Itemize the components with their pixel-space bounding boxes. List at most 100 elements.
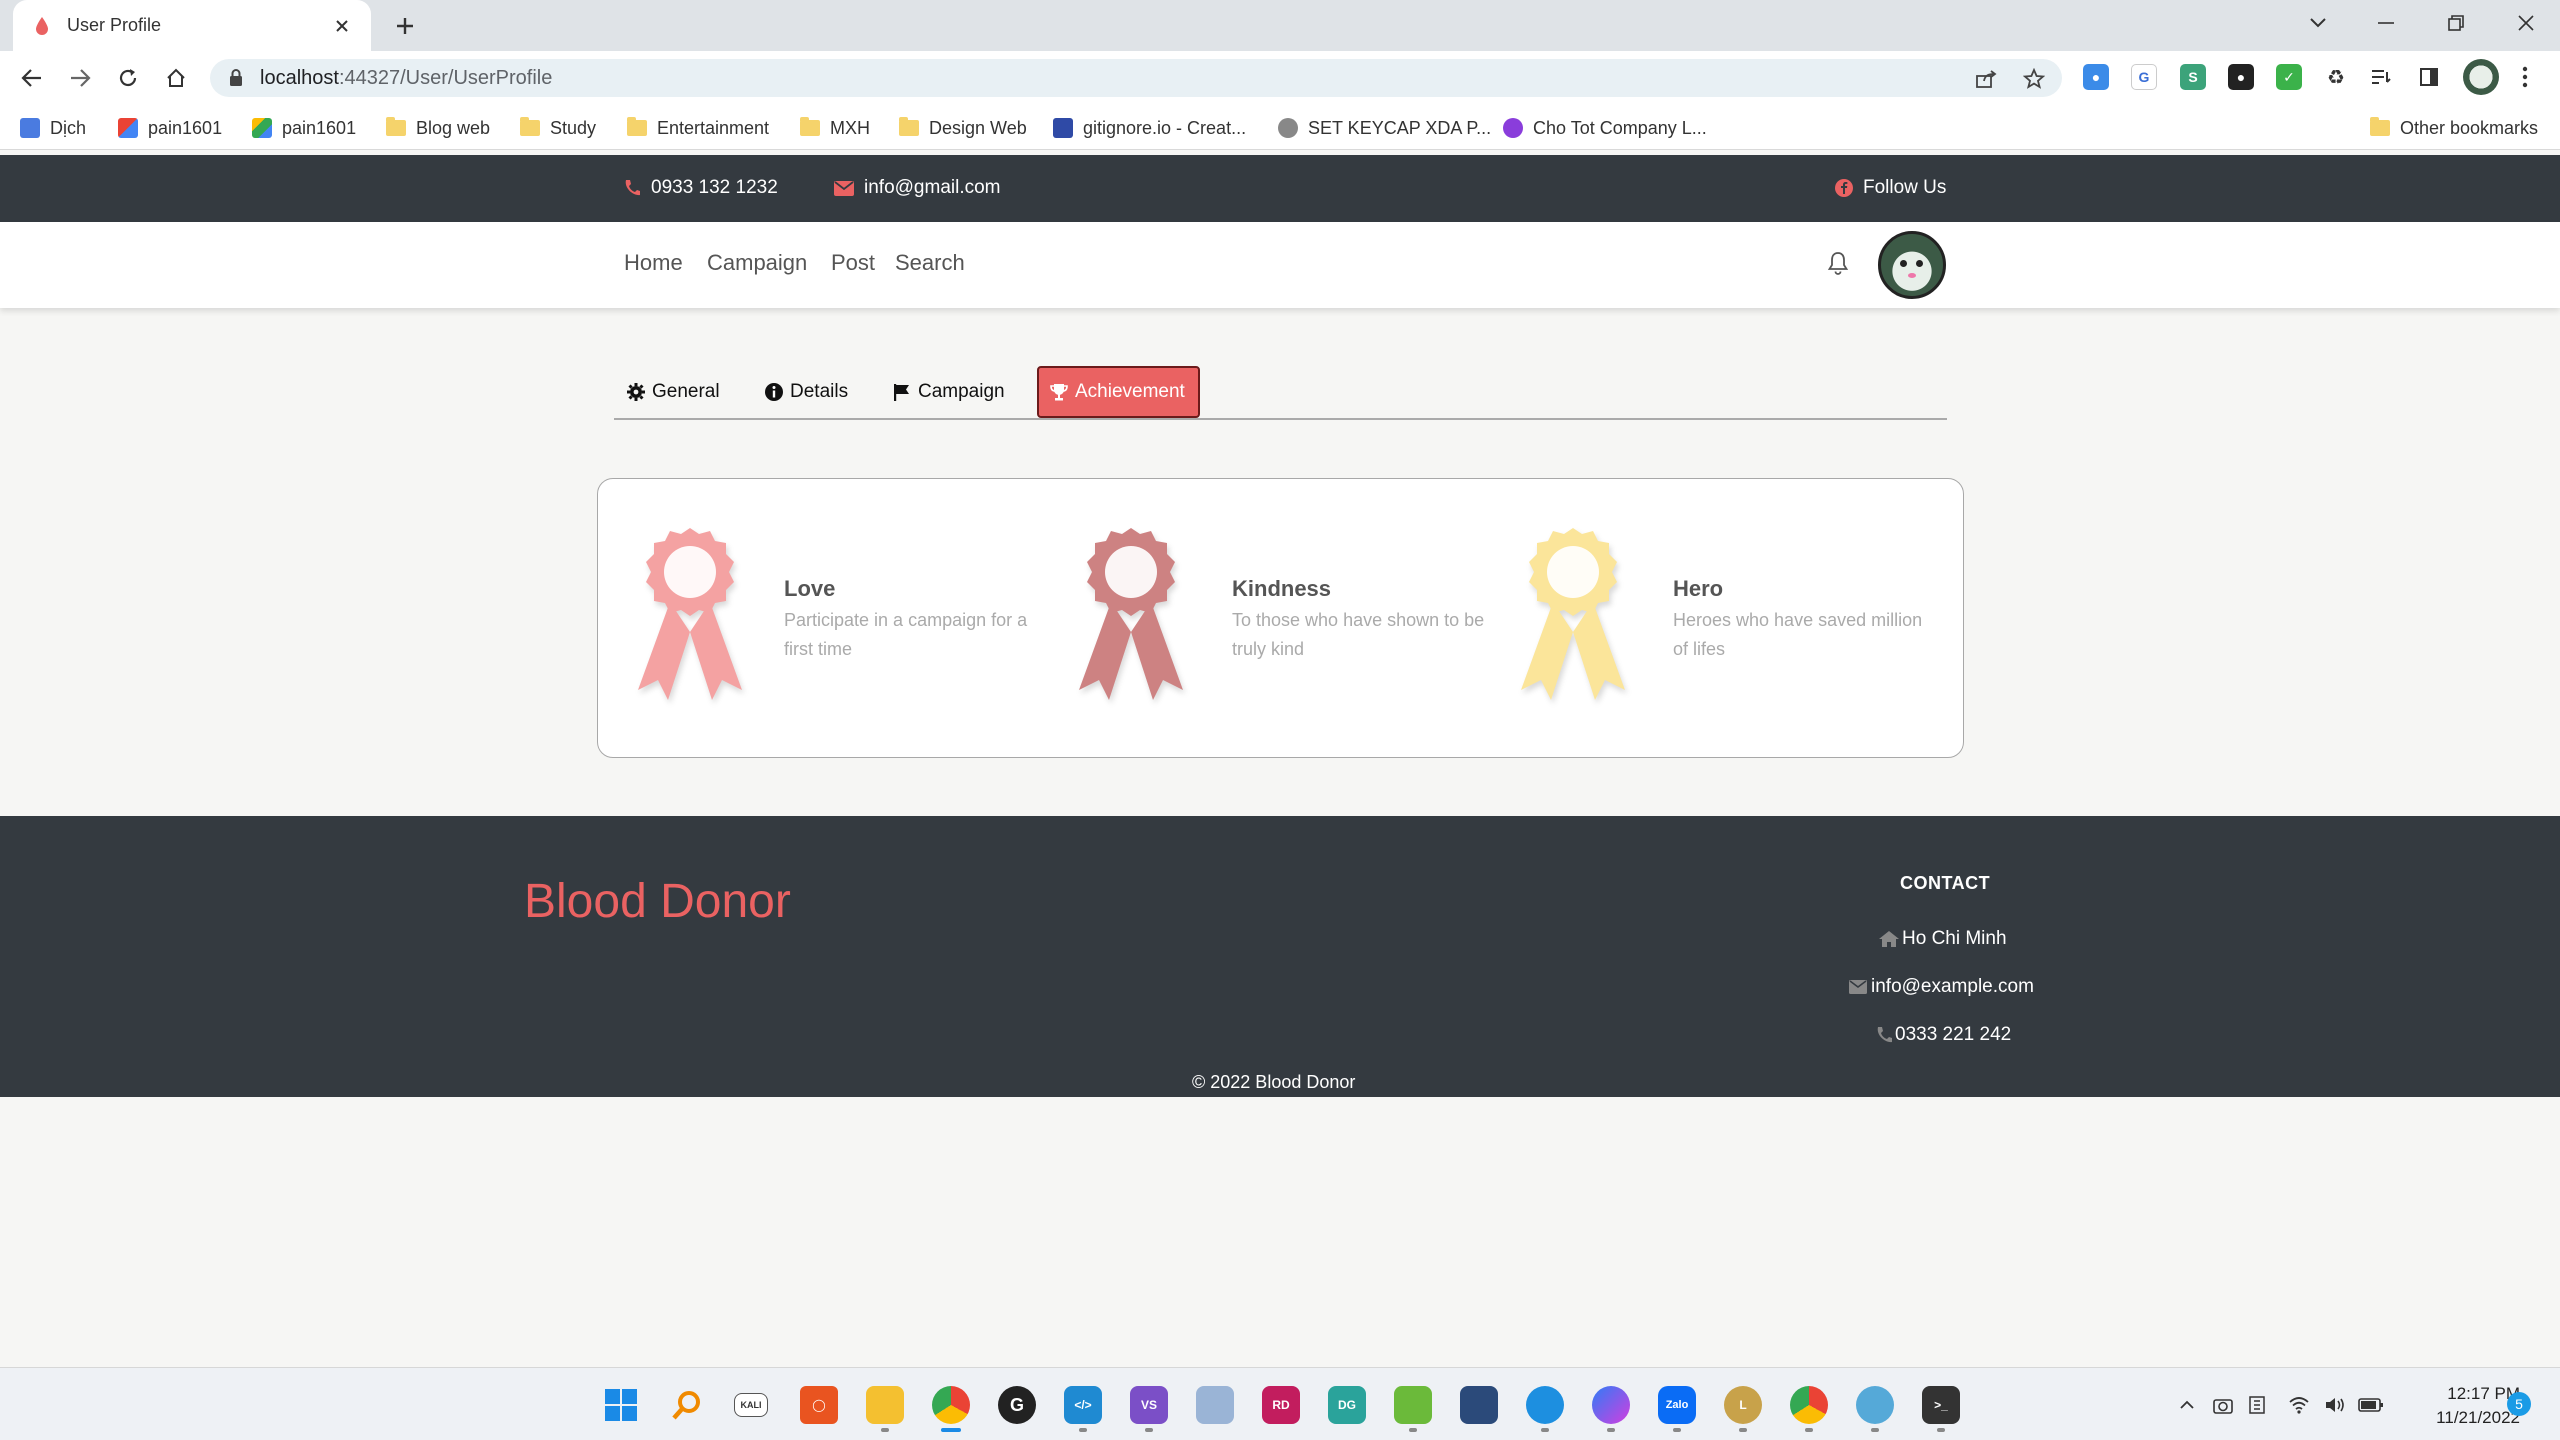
contact-phone[interactable]: 0333 221 242	[1875, 1024, 2011, 1046]
tab-search-icon[interactable]	[2288, 6, 2348, 40]
ribbon-badge-icon	[630, 522, 750, 712]
running-indicator	[1673, 1428, 1681, 1432]
shield-extension-icon[interactable]: ✓	[2276, 64, 2302, 90]
g-app-icon[interactable]: G	[998, 1386, 1036, 1424]
file-explorer-icon[interactable]	[866, 1386, 904, 1424]
topbar-email[interactable]: info@gmail.com	[834, 177, 1001, 199]
bookmark-folder[interactable]: Study	[520, 115, 596, 141]
topbar-phone[interactable]: 0933 132 1232	[623, 177, 778, 199]
close-window-icon[interactable]	[2496, 6, 2556, 40]
nav-home[interactable]: Home	[624, 250, 683, 276]
notification-badge[interactable]: 5	[2507, 1392, 2531, 1416]
snipping-app-icon[interactable]	[1394, 1386, 1432, 1424]
s-extension-icon[interactable]: S	[2180, 64, 2206, 90]
ribbon-badge-icon	[1513, 522, 1633, 712]
reading-list-icon[interactable]	[2368, 64, 2394, 90]
bookmark-item[interactable]: Dịch	[20, 115, 86, 141]
reload-icon[interactable]	[112, 62, 144, 94]
share-icon[interactable]	[1974, 67, 1998, 91]
glasses-extension-icon[interactable]: ●	[2228, 64, 2254, 90]
nav-campaign[interactable]: Campaign	[707, 250, 807, 276]
messenger-icon[interactable]	[1592, 1386, 1630, 1424]
topbar-follow[interactable]: Follow Us	[1835, 177, 1946, 199]
close-tab-icon[interactable]	[329, 13, 355, 39]
menu-kebab-icon[interactable]	[2512, 64, 2538, 90]
side-panel-icon[interactable]	[2416, 64, 2442, 90]
bookmark-star-icon[interactable]	[2022, 67, 2046, 91]
tab-achievement[interactable]: Achievement	[1037, 366, 1200, 418]
rider-icon[interactable]: RD	[1262, 1386, 1300, 1424]
start-icon[interactable]	[602, 1386, 640, 1424]
datagrip-icon[interactable]: DG	[1328, 1386, 1366, 1424]
bookmark-item[interactable]: pain1601	[252, 115, 356, 141]
bookmark-folder[interactable]: MXH	[800, 115, 870, 141]
phone-icon	[625, 180, 640, 196]
league-icon[interactable]: L	[1724, 1386, 1762, 1424]
profile-avatar-icon[interactable]	[2463, 59, 2499, 95]
chrome-icon[interactable]	[932, 1386, 970, 1424]
tab-general[interactable]: General	[614, 366, 732, 418]
extensions-puzzle-icon[interactable]: ♻	[2323, 64, 2349, 90]
vscode-icon[interactable]: </>	[1064, 1386, 1102, 1424]
new-tab-icon[interactable]	[390, 12, 420, 40]
home-icon[interactable]	[160, 62, 192, 94]
chrome-profile-icon[interactable]	[1790, 1386, 1828, 1424]
camera-icon[interactable]	[2210, 1392, 2236, 1418]
browser-toolbar: localhost:44327/User/UserProfile ● G S ●…	[0, 51, 2560, 105]
visual-studio-icon[interactable]: VS	[1130, 1386, 1168, 1424]
back-icon[interactable]	[16, 62, 48, 94]
running-indicator	[1541, 1428, 1549, 1432]
wifi-icon[interactable]	[2286, 1392, 2312, 1418]
bookmark-item[interactable]: SET KEYCAP XDA P...	[1278, 115, 1491, 141]
terminal-icon[interactable]: >_	[1922, 1386, 1960, 1424]
achievement-title: Kindness	[1232, 576, 1332, 601]
globe-app-icon[interactable]	[1856, 1386, 1894, 1424]
restore-icon[interactable]	[2426, 6, 2486, 40]
ubuntu-icon[interactable]: ◯	[800, 1386, 838, 1424]
phone-icon	[1877, 1027, 1892, 1043]
forward-icon[interactable]	[64, 62, 96, 94]
docker-icon[interactable]	[1526, 1386, 1564, 1424]
system-clock[interactable]: 12:17 PM 11/21/2022	[2400, 1382, 2520, 1430]
tab-details[interactable]: Details	[752, 366, 860, 418]
nav-search[interactable]: Search	[895, 250, 965, 276]
browser-tabstrip: User Profile	[0, 0, 2560, 51]
bookmark-folder[interactable]: Blog web	[386, 115, 490, 141]
water-extension-icon[interactable]: ●	[2083, 64, 2109, 90]
site-footer: Blood Donor CONTACT Ho Chi Minh info@exa…	[0, 816, 2560, 1097]
bookmark-folder[interactable]: Entertainment	[627, 115, 769, 141]
translate-extension-icon[interactable]: G	[2131, 64, 2157, 90]
folder-icon	[627, 117, 647, 136]
bell-icon[interactable]	[1826, 250, 1850, 281]
battery-icon[interactable]	[2358, 1392, 2384, 1418]
bookmark-item[interactable]: Cho Tot Company L...	[1503, 115, 1707, 141]
bookmark-folder[interactable]: Design Web	[899, 115, 1027, 141]
drive-icon	[252, 118, 272, 138]
volume-icon[interactable]	[2322, 1392, 2348, 1418]
os-taskbar: KALI ◯ G </> VS RD DG Zalo L >_ 12:17 PM	[0, 1367, 2560, 1440]
tab-campaign[interactable]: Campaign	[880, 366, 1017, 418]
box-app-icon[interactable]	[1196, 1386, 1234, 1424]
nav-post[interactable]: Post	[831, 250, 875, 276]
kali-icon[interactable]: KALI	[734, 1393, 768, 1417]
contact-heading: CONTACT	[1900, 873, 1991, 893]
other-bookmarks[interactable]: Other bookmarks	[2370, 115, 2538, 141]
footer-brand[interactable]: Blood Donor	[524, 874, 791, 929]
sql-tool-icon[interactable]	[1460, 1386, 1498, 1424]
language-icon[interactable]	[2244, 1392, 2270, 1418]
achievement-description: To those who have shown to be truly kind	[1232, 610, 1485, 659]
contact-email[interactable]: info@example.com	[1849, 976, 2034, 998]
bookmark-item[interactable]: pain1601	[118, 115, 222, 141]
bookmark-item[interactable]: gitignore.io - Creat...	[1053, 115, 1246, 141]
minimize-icon[interactable]	[2356, 6, 2416, 40]
zalo-icon[interactable]: Zalo	[1658, 1386, 1696, 1424]
address-bar[interactable]: localhost:44327/User/UserProfile	[210, 59, 2062, 97]
lock-icon	[228, 68, 244, 93]
chevron-up-icon[interactable]	[2174, 1392, 2200, 1418]
folder-icon	[2370, 117, 2390, 136]
browser-tab[interactable]: User Profile	[13, 0, 371, 51]
search-icon[interactable]	[668, 1386, 706, 1424]
flag-icon	[894, 384, 909, 401]
achievements-card: Love Participate in a campaign for a fir…	[597, 478, 1964, 758]
user-avatar[interactable]	[1878, 231, 1946, 299]
